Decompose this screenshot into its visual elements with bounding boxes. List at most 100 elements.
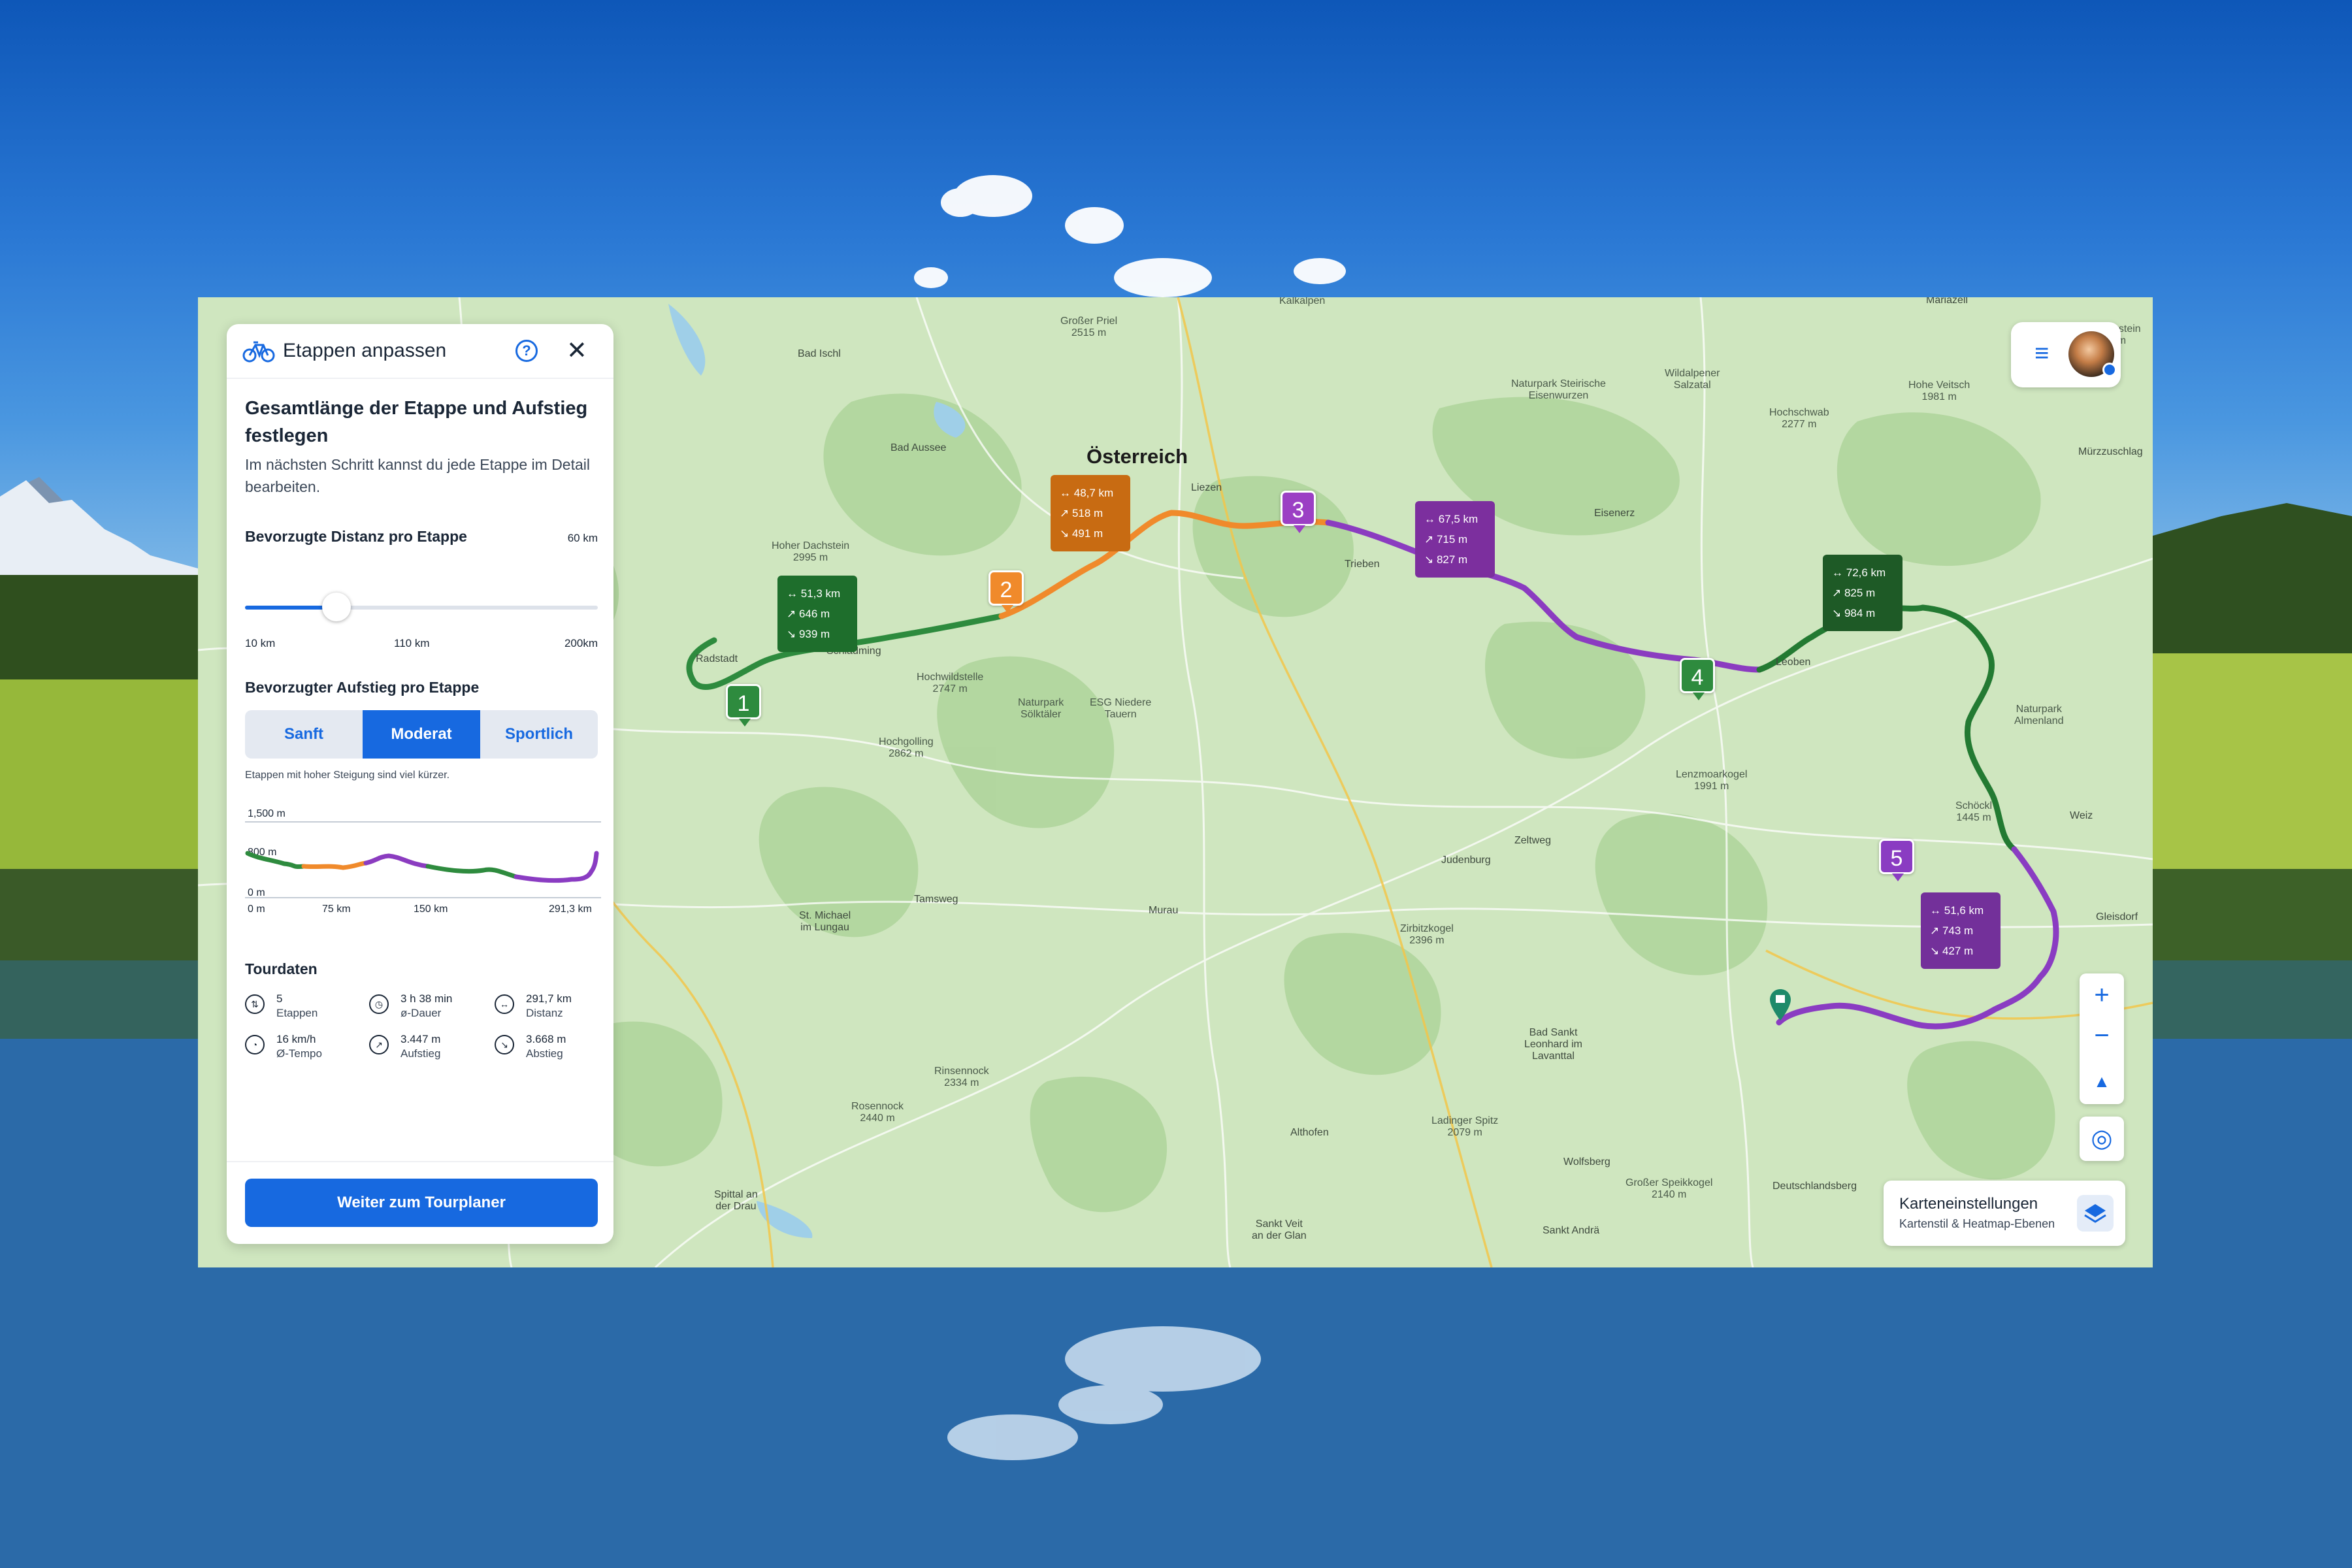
place-label: Schöckl 1445 m [1955,800,1993,823]
elevation-profile-chart: 1,500 m 800 m 0 m 0 m 75 km 150 km 291,3… [245,808,601,915]
place-label: Hochwildstelle 2747 m [917,672,984,694]
place-label: Spittal an der Drau [714,1189,758,1212]
compass-icon[interactable]: ▲ [2080,1065,2124,1098]
place-label: Murau [1149,905,1179,916]
continue-to-planner-button[interactable]: Weiter zum Tourplaner [245,1179,598,1227]
distance-min-label: 10 km [245,637,276,649]
ascent-value: ↗ 743 m [1930,924,1974,937]
menu-icon[interactable]: ≡ [2034,340,2049,367]
country-label: Österreich [1086,445,1188,468]
zoom-in-button[interactable]: + [2080,979,2124,1011]
climb-option-moderat[interactable]: Moderat [363,710,480,759]
distance-icon: ↔ [495,994,514,1014]
place-label: Hohe Veitsch 1981 m [1908,380,1970,402]
ascent-value: ↗ 518 m [1060,507,1103,519]
climb-option-sportlich[interactable]: Sportlich [480,710,598,759]
climb-segmented-control: Sanft Moderat Sportlich [245,710,598,759]
elevation-y-bottom: 0 m [248,887,265,898]
descent-icon: ↘ [495,1035,514,1054]
layers-icon [2077,1195,2114,1232]
place-label: Mürzzuschlag [2078,446,2143,457]
distance-max-label: 200km [564,637,598,649]
close-icon[interactable]: ✕ [566,336,587,365]
place-label: Hochschwab 2277 m [1769,407,1829,430]
descent-value: ↘ 939 m [787,628,830,640]
user-menu[interactable]: ≡ [2011,322,2121,387]
distance-value: ↔ 48,7 km [1060,487,1114,499]
ascent-icon: ↗ [369,1035,389,1054]
map-settings-title: Karteneinstellungen [1899,1195,2038,1213]
distance-value: 60 km [567,532,598,544]
help-icon[interactable]: ? [515,340,538,362]
elevation-x-3: 291,3 km [549,904,592,915]
stage-marker-5[interactable]: 5 [1879,839,1914,881]
place-label: Kalkalpen [1279,297,1326,306]
ascent-value: ↗ 825 m [1832,587,1876,599]
place-label: Trieben [1345,559,1380,570]
badge-icon [2102,363,2117,377]
panel-heading: Gesamtlänge der Etappe und Aufstieg fest… [245,398,588,446]
elevation-y-top: 1,500 m [248,808,286,819]
locate-button[interactable]: ◎ [2080,1117,2124,1161]
place-label: Judenburg [1441,855,1491,866]
place-label: Lenzmoarkogel 1991 m [1676,769,1748,792]
stage-settings-panel: Etappen anpassen ? ✕ Gesamtlänge der Eta… [227,324,613,1244]
place-label: Liezen [1191,482,1222,493]
place-label: Großer Speikkogel 2140 m [1625,1177,1713,1200]
descent-value: ↘ 491 m [1060,527,1103,540]
place-label: Rinsennock 2334 m [934,1066,989,1088]
stage-marker-1[interactable]: 1 [726,684,761,727]
place-label: Bad Aussee [890,442,947,453]
zoom-controls: + − ▲ [2080,973,2124,1104]
panel-header: Etappen anpassen ? ✕ [227,324,613,379]
stage-marker-3[interactable]: 3 [1281,491,1316,533]
place-label: Sankt Veit an der Glan [1252,1218,1307,1241]
place-label: Weiz [2070,810,2093,821]
place-label: Mariazell [1926,297,1968,306]
distance-value: ↔ 51,6 km [1930,904,1984,917]
place-label: Naturpark Sölktäler [1018,697,1064,720]
panel-description: Im nächsten Schritt kannst du jede Etapp… [245,456,591,495]
place-label: Großer Priel 2515 m [1060,316,1118,338]
distance-label: Bevorzugte Distanz pro Etappe [245,528,467,545]
zoom-out-button[interactable]: − [2080,1019,2124,1052]
place-label: Bad Sankt Leonhard im Lavanttal [1524,1027,1582,1062]
place-label: Naturpark Almenland [2014,704,2064,727]
distance-slider-thumb[interactable] [322,593,351,621]
climb-option-sanft[interactable]: Sanft [245,710,363,759]
climb-note: Etappen mit hoher Steigung sind viel kür… [245,770,450,781]
distance-mid-label: 110 km [394,637,430,649]
map-settings-subtitle: Kartenstil & Heatmap-Ebenen [1899,1217,2055,1230]
ascent-value: ↗ 646 m [787,608,830,620]
place-label: Zirbitzkogel 2396 m [1400,923,1454,946]
panel-title: Etappen anpassen [283,340,447,361]
descent-value: ↘ 427 m [1930,945,1974,957]
place-label: ESG Niedere Tauern [1090,697,1152,720]
destination-pin-icon[interactable] [1769,988,1792,1022]
ascent-value: ↗ 715 m [1424,533,1468,546]
locate-icon: ◎ [2091,1125,2113,1152]
stage-marker-2[interactable]: 2 [988,570,1024,613]
stage-info-4: ↔ 72,6 km ↗ 825 m ↘ 984 m [1823,555,1903,631]
distance-value: ↔ 51,3 km [787,587,841,600]
climb-label: Bevorzugter Aufstieg pro Etappe [245,679,480,696]
stage-info-1: ↔ 51,3 km ↗ 646 m ↘ 939 m [777,576,857,652]
place-label: St. Michael im Lungau [799,910,851,933]
stage-info-2: ↔ 48,7 km ↗ 518 m ↘ 491 m [1051,475,1130,551]
bicycle-icon [242,341,275,363]
place-label: Wildalpener Salzatal [1665,368,1720,391]
stage-marker-4[interactable]: 4 [1680,658,1715,700]
elevation-x-0: 0 m [248,904,265,915]
descent-value: ↘ 827 m [1424,553,1468,566]
place-label: Tamsweg [914,894,958,905]
place-label: Zeltweg [1514,835,1552,846]
distance-slider-track[interactable] [245,606,598,610]
elevation-x-1: 75 km [322,904,351,915]
map-settings-button[interactable]: Karteneinstellungen Kartenstil & Heatmap… [1884,1181,2125,1246]
elevation-x-2: 150 km [414,904,448,915]
place-label: Naturpark Steirische Eisenwurzen [1511,378,1606,401]
place-label: Leoben [1776,657,1811,668]
place-label: Radstadt [696,653,738,664]
speed-icon: ◔ [245,1035,265,1054]
place-label: Hoher Dachstein 2995 m [772,540,850,563]
